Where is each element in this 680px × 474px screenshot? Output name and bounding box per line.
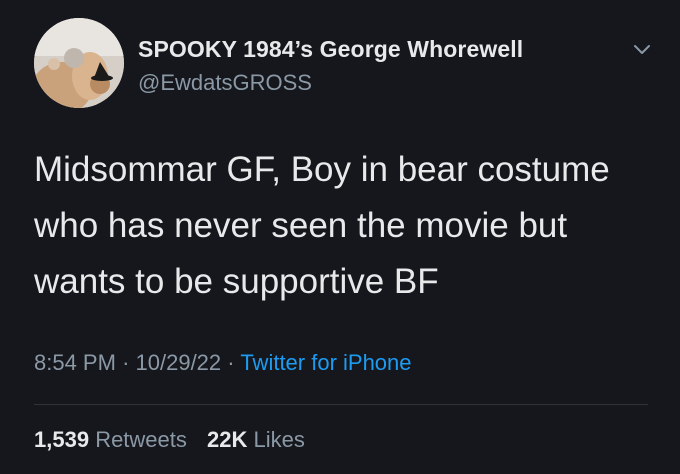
chevron-down-icon[interactable]	[628, 36, 656, 64]
tweet-text: Midsommar GF, Boy in bear costume who ha…	[34, 142, 664, 310]
engagement-stats: 1,539 Retweets 22K Likes	[34, 427, 319, 453]
avatar[interactable]	[34, 18, 124, 108]
author-handle[interactable]: @EwdatsGROSS	[138, 70, 312, 96]
tweet-text-line: wants to be supportive BF	[34, 262, 439, 301]
retweets-stat[interactable]: 1,539 Retweets	[34, 427, 193, 452]
author-display-name[interactable]: SPOOKY 1984’s George Whorewell	[138, 36, 523, 63]
retweets-count: 1,539	[34, 427, 90, 452]
likes-label: Likes	[253, 427, 305, 452]
tweet-text-line: who has never seen the movie but	[34, 206, 568, 245]
tweet-source-link[interactable]: Twitter for iPhone	[240, 350, 411, 375]
retweets-label: Retweets	[95, 427, 187, 452]
tweet-text-line: Midsommar GF, Boy in bear costume	[34, 150, 610, 189]
tweet: SPOOKY 1984’s George Whorewell @EwdatsGR…	[0, 0, 680, 474]
likes-stat[interactable]: 22K Likes	[207, 427, 305, 452]
meta-separator: ·	[227, 350, 235, 375]
tweet-metadata: 8:54 PM · 10/29/22 · Twitter for iPhone	[34, 350, 412, 376]
likes-count: 22K	[207, 427, 248, 452]
meta-separator: ·	[122, 350, 130, 375]
avatar-image	[34, 18, 124, 108]
tweet-time[interactable]: 8:54 PM	[34, 350, 116, 375]
divider	[34, 404, 648, 405]
tweet-date[interactable]: 10/29/22	[136, 350, 222, 375]
